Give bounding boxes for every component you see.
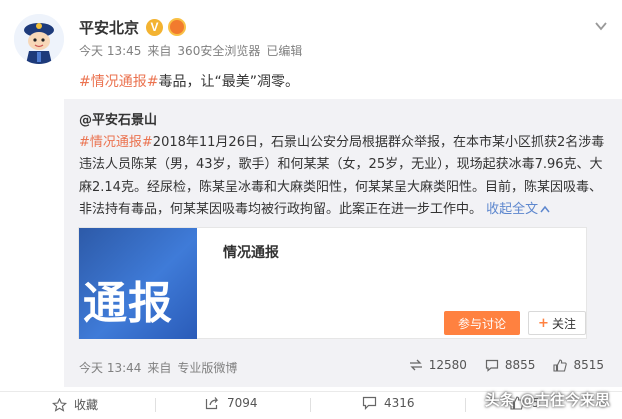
topic-card-image-text: 通报 <box>83 278 173 329</box>
reposted-source-prefix: 来自 <box>147 361 172 375</box>
reposted-repost-count: 12580 <box>428 358 467 372</box>
source-prefix: 来自 <box>147 44 172 58</box>
verified-badge-icon: V <box>146 18 163 36</box>
reposted-comment-stat[interactable]: 8855 <box>485 358 536 372</box>
topic-card-title[interactable]: 情况通报 <box>223 242 279 262</box>
thumbs-up-icon <box>553 358 568 372</box>
reposted-author[interactable]: @平安石景山 <box>79 109 157 128</box>
reposted-comment-count: 8855 <box>504 358 536 372</box>
repost-count: 7094 <box>227 396 258 410</box>
reposted-weibo: @平安石景山 #情况通报#2018年11月26日，石景山公安分局根据群众举报，在… <box>64 99 622 387</box>
post-text: #情况通报#毒品，让“最美”凋零。 <box>79 71 299 91</box>
reposted-meta: 今天 13:44 来自 专业版微博 <box>79 359 237 376</box>
topic-card-image: 通报 <box>79 228 197 339</box>
favorite-action[interactable]: 收藏 <box>52 396 98 413</box>
comment-icon <box>362 396 377 410</box>
share-icon <box>205 397 219 410</box>
repost-action[interactable]: 7094 <box>205 396 258 410</box>
follow-button[interactable]: + 关注 <box>528 311 586 335</box>
action-separator <box>310 398 311 412</box>
comment-action[interactable]: 4316 <box>362 396 415 410</box>
plus-icon: + <box>538 315 549 331</box>
topic-tag[interactable]: #情况通报# <box>79 74 158 90</box>
author-avatar[interactable] <box>14 14 64 64</box>
post-time[interactable]: 今天 13:45 <box>79 42 141 59</box>
weibo-post: 平安北京 V 今天 13:45 来自 360安全浏览器 已编辑 #情况通报#毒品… <box>0 0 622 419</box>
favorite-label: 收藏 <box>74 398 99 412</box>
reposted-text: #情况通报#2018年11月26日，石景山公安分局根据群众举报，在本市某小区抓获… <box>79 132 614 221</box>
collapse-text-link[interactable]: 收起全文 <box>486 202 550 217</box>
repost-icon <box>409 359 422 371</box>
post-meta: 今天 13:45 来自 360安全浏览器 已编辑 <box>79 42 302 59</box>
reposted-stats: 12580 8855 8515 <box>409 358 604 372</box>
chevron-up-icon <box>540 206 550 213</box>
reposted-source[interactable]: 专业版微博 <box>177 359 237 376</box>
medal-icon <box>168 18 186 36</box>
action-separator <box>155 398 156 412</box>
comment-count: 4316 <box>384 396 415 410</box>
post-source[interactable]: 360安全浏览器 <box>177 42 260 59</box>
star-icon <box>52 397 67 412</box>
reposted-like-stat[interactable]: 8515 <box>553 358 604 372</box>
reposted-like-count: 8515 <box>573 358 604 372</box>
comment-icon <box>485 359 499 372</box>
police-mascot-icon <box>14 14 64 64</box>
topic-card[interactable]: 通报 情况通报 参与讨论 + 关注 <box>78 227 587 339</box>
author-name[interactable]: 平安北京 <box>79 17 139 38</box>
post-body: 毒品，让“最美”凋零。 <box>158 74 299 90</box>
follow-label: 关注 <box>551 316 576 331</box>
join-discussion-button[interactable]: 参与讨论 <box>444 311 520 335</box>
author-badges: V <box>146 18 186 36</box>
reposted-repost-stat[interactable]: 12580 <box>409 358 467 372</box>
reposted-time[interactable]: 今天 13:44 <box>79 359 141 376</box>
reposted-topic-tag[interactable]: #情况通报# <box>79 135 153 150</box>
chevron-down-icon[interactable] <box>594 19 608 33</box>
action-separator <box>465 398 466 412</box>
watermark: 头条 @古往今来思 <box>484 391 610 409</box>
edited-label: 已编辑 <box>266 44 303 58</box>
